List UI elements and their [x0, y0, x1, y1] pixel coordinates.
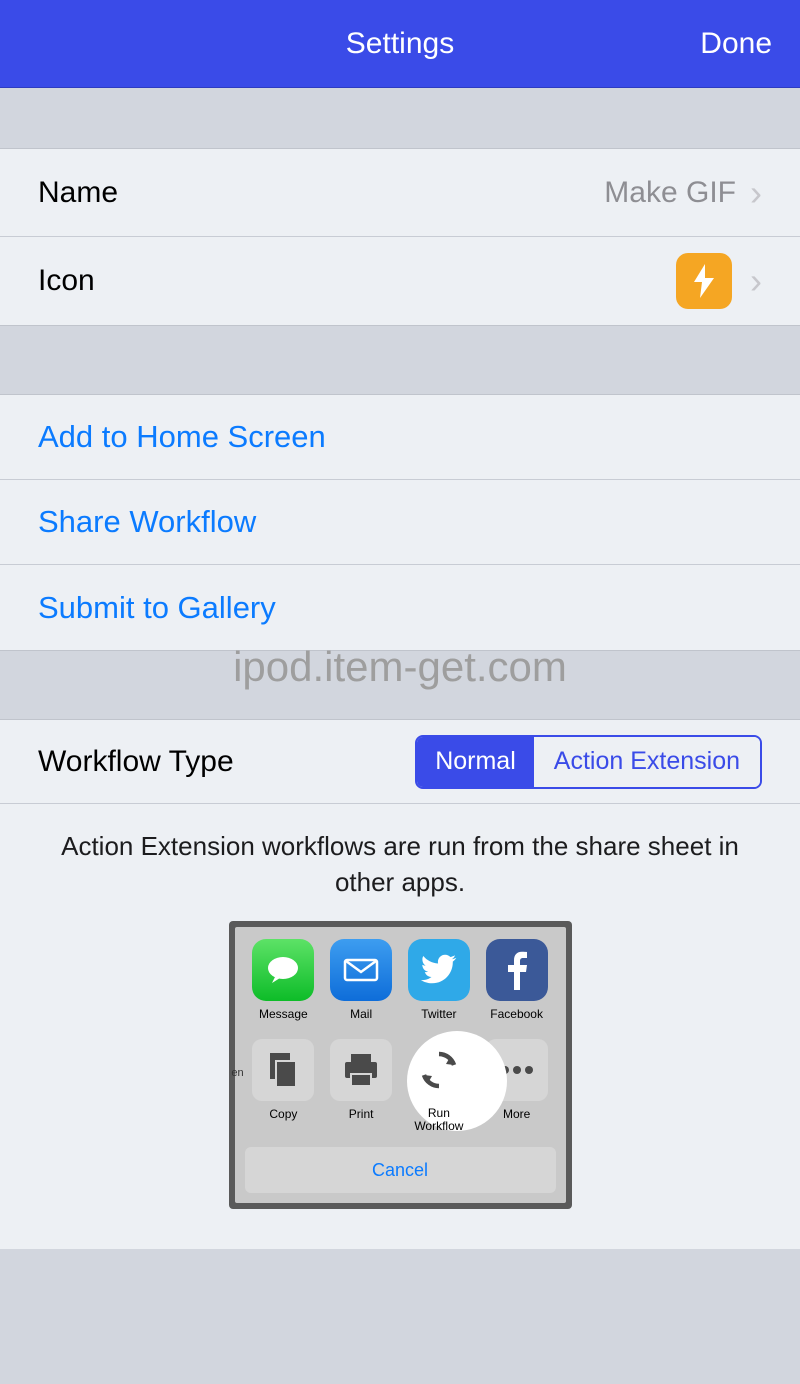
message-icon — [252, 939, 314, 1001]
workflow-type-description: Action Extension workflows are run from … — [0, 804, 800, 921]
workflow-type-segment: Normal Action Extension — [415, 735, 762, 789]
segment-action-extension[interactable]: Action Extension — [534, 737, 760, 787]
workflow-type-label: Workflow Type — [38, 745, 415, 779]
header: Settings Done — [0, 0, 800, 88]
share-item-print: Print — [325, 1039, 397, 1121]
share-item-twitter: Twitter — [403, 939, 475, 1021]
icon-row[interactable]: Icon › — [0, 237, 800, 325]
share-sheet-inner: Message Mail Twitter — [235, 927, 566, 1203]
share-item-facebook: Facebook — [481, 939, 553, 1021]
action-label: Share Workflow — [38, 504, 256, 540]
page-title: Settings — [346, 27, 454, 61]
share-item-copy: en Copy — [247, 1039, 319, 1121]
share-item-run-workflow: Run Workflow — [403, 1039, 475, 1133]
actions-group: Add to Home Screen Share Workflow Submit… — [0, 394, 800, 651]
bolt-icon — [692, 264, 716, 298]
workflow-type-row: Workflow Type Normal Action Extension — [0, 720, 800, 804]
share-row-apps: Message Mail Twitter — [245, 937, 556, 1021]
share-item-message: Message — [247, 939, 319, 1021]
share-row-actions: en Copy Print Run Workflow — [245, 1039, 556, 1133]
run-workflow-icon — [408, 1039, 470, 1101]
chevron-right-icon: › — [750, 172, 762, 214]
workflow-icon-preview — [676, 253, 732, 309]
segment-normal[interactable]: Normal — [417, 737, 534, 787]
section-spacer — [0, 88, 800, 148]
facebook-icon — [486, 939, 548, 1001]
section-spacer — [0, 326, 800, 394]
mail-icon — [330, 939, 392, 1001]
name-row[interactable]: Name Make GIF › — [0, 149, 800, 237]
print-icon — [330, 1039, 392, 1101]
done-button[interactable]: Done — [700, 27, 772, 61]
add-to-home-screen-row[interactable]: Add to Home Screen — [0, 395, 800, 480]
share-item-mail: Mail — [325, 939, 397, 1021]
share-workflow-row[interactable]: Share Workflow — [0, 480, 800, 565]
chevron-right-icon: › — [750, 260, 762, 302]
workflow-type-section: Workflow Type Normal Action Extension Ac… — [0, 719, 800, 1249]
submit-to-gallery-row[interactable]: Submit to Gallery — [0, 565, 800, 650]
copy-icon — [252, 1039, 314, 1101]
action-label: Submit to Gallery — [38, 590, 276, 626]
share-sheet-preview: Message Mail Twitter — [229, 921, 572, 1209]
twitter-icon — [408, 939, 470, 1001]
icon-label: Icon — [38, 264, 676, 298]
share-cancel-button: Cancel — [245, 1147, 556, 1193]
section-spacer — [0, 651, 800, 719]
basic-settings-group: Name Make GIF › Icon › — [0, 148, 800, 326]
name-label: Name — [38, 176, 604, 210]
name-value: Make GIF — [604, 176, 736, 210]
action-label: Add to Home Screen — [38, 419, 326, 455]
